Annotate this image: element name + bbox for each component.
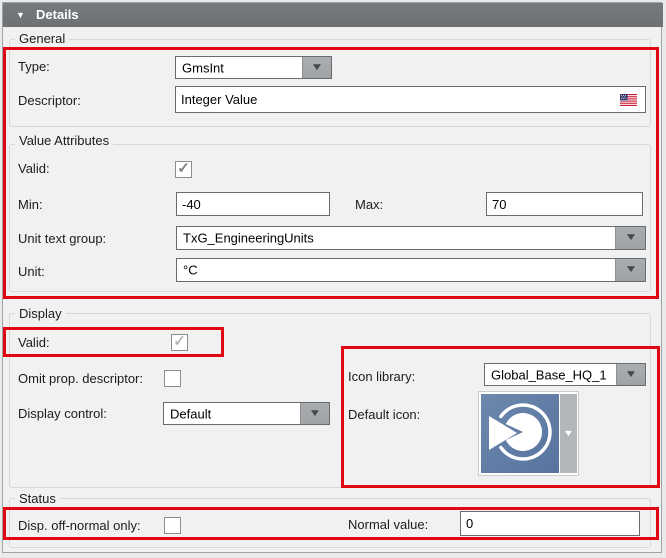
unit-text-group-label: Unit text group: [18,231,106,247]
collapse-caret-icon[interactable]: ▼ [16,10,25,20]
default-icon-label: Default icon: [348,407,420,423]
chevron-down-icon: ▼ [624,265,637,275]
default-icon-dropdown-button[interactable]: ▼ [560,394,577,473]
details-panel: ▼ Details General Type: GmsInt ▼ Descrip… [0,0,666,558]
panel-title: Details [36,7,79,22]
unit-text-group-value: TxG_EngineeringUnits [183,231,314,246]
display-control-dropdown-button[interactable]: ▼ [300,403,329,424]
unit-text-group-combobox[interactable]: TxG_EngineeringUnits ▼ [176,226,646,250]
normal-value-input[interactable] [460,511,640,536]
disp-off-normal-only-label: Disp. off-normal only: [18,518,141,534]
disp-off-normal-only-checkbox[interactable] [164,517,181,534]
details-header[interactable]: ▼ Details [3,3,663,27]
omit-prop-descriptor-label: Omit prop. descriptor: [18,371,143,387]
unit-value: °C [183,263,198,278]
valid-checkbox[interactable]: ✓ [175,161,192,178]
type-combobox-value: GmsInt [182,60,224,75]
display-valid-checkbox[interactable]: ✓ [171,334,188,351]
icon-library-value: Global_Base_HQ_1 [491,367,607,382]
unit-combobox[interactable]: °C ▼ [176,258,646,282]
unit-dropdown-button[interactable]: ▼ [615,259,645,281]
default-icon-picker[interactable]: ▼ [478,391,579,476]
general-groupbox [9,39,651,127]
unit-text-group-dropdown-button[interactable]: ▼ [615,227,645,249]
chevron-down-icon: ▼ [624,233,637,243]
display-control-label: Display control: [18,406,107,422]
omit-prop-descriptor-checkbox[interactable] [164,370,181,387]
display-valid-label: Valid: [18,335,50,351]
type-label: Type: [18,59,50,75]
general-group-label: General [15,31,69,46]
default-icon-image[interactable] [481,394,559,473]
min-input[interactable] [176,192,330,216]
value-attributes-group-label: Value Attributes [15,133,113,148]
chevron-down-icon: ▼ [310,63,323,73]
unit-label: Unit: [18,264,45,280]
max-input[interactable] [486,192,643,216]
type-combobox-dropdown-button[interactable]: ▼ [302,57,331,78]
icon-library-dropdown-button[interactable]: ▼ [616,364,645,385]
chevron-down-icon: ▼ [624,370,637,380]
icon-library-label: Icon library: [348,369,415,385]
valid-label: Valid: [18,161,50,177]
icon-library-combobox[interactable]: Global_Base_HQ_1 ▼ [484,363,646,386]
status-group-label: Status [15,491,60,506]
chevron-down-icon: ▼ [308,409,321,419]
chevron-down-icon: ▼ [563,429,575,438]
descriptor-label: Descriptor: [18,93,81,109]
normal-value-label: Normal value: [348,517,428,533]
min-label: Min: [18,197,43,213]
display-control-combobox[interactable]: Default ▼ [163,402,330,425]
display-group-label: Display [15,306,66,321]
checkmark-icon: ✓ [173,334,186,349]
max-label: Max: [355,197,383,213]
descriptor-input[interactable] [175,86,646,113]
display-control-value: Default [170,406,211,421]
checkmark-icon: ✓ [177,161,190,176]
type-combobox[interactable]: GmsInt ▼ [175,56,332,79]
us-flag-icon [620,94,637,109]
